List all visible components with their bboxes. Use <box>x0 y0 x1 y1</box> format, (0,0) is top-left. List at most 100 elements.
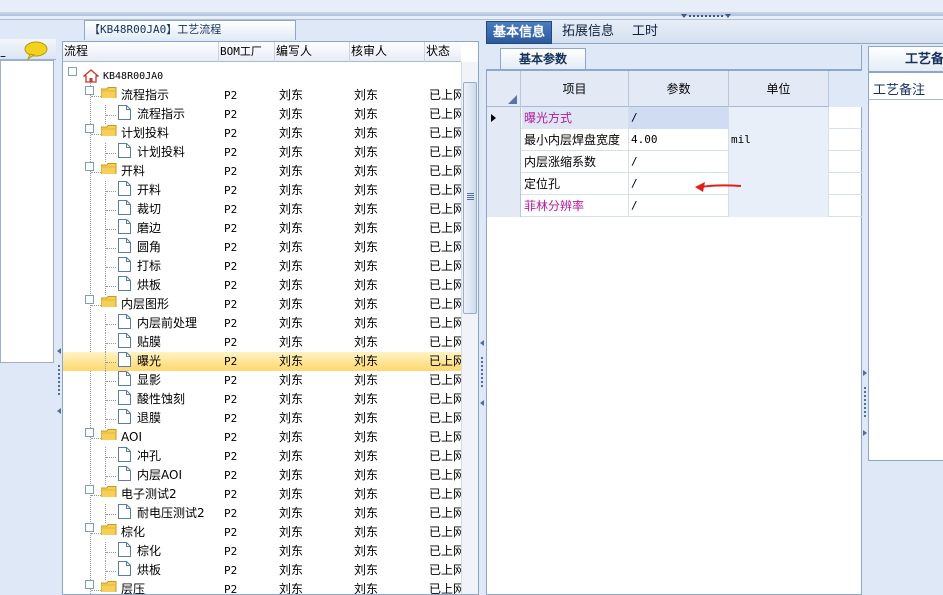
tree-row[interactable]: 退膜 P2 刘东 刘东 已上网 <box>63 409 461 428</box>
param-unit-cell[interactable] <box>729 173 829 195</box>
collapse-left-icon[interactable] <box>57 348 61 354</box>
param-value-cell[interactable]: / <box>629 151 729 173</box>
tree-row[interactable]: 棕化 P2 刘东 刘东 已上网 <box>63 542 461 561</box>
middle-splitter[interactable] <box>479 20 485 595</box>
tab-extended-info[interactable]: 拓展信息 <box>556 21 620 44</box>
tree-leaf-label: 退膜 <box>137 411 162 425</box>
tree-leaf-label: 棕化 <box>137 544 162 558</box>
tree-row[interactable]: − 计划投料 P2 刘东 刘东 已上网 <box>63 124 461 143</box>
collapse-node-icon[interactable]: − <box>85 162 94 171</box>
row-indicator[interactable] <box>487 151 521 173</box>
param-item-cell[interactable]: 最小内层焊盘宽度 <box>522 129 629 151</box>
tree-row[interactable]: 流程指示 P2 刘东 刘东 已上网 <box>63 105 461 124</box>
tree-leaf-label: 显影 <box>137 373 162 387</box>
tree-row[interactable]: 显影 P2 刘东 刘东 已上网 <box>63 371 461 390</box>
collapse-node-icon[interactable]: − <box>85 86 94 95</box>
collapse-middle-icon[interactable] <box>480 340 484 346</box>
bom-factory-cell: P2 <box>224 165 238 178</box>
tree-row[interactable]: 烘板 P2 刘东 刘东 已上网 <box>63 561 461 580</box>
row-indicator[interactable] <box>487 129 521 151</box>
column-header-writer[interactable]: 编写人 <box>275 42 350 62</box>
tree-row[interactable]: 圆角 P2 刘东 刘东 已上网 <box>63 238 461 257</box>
grid-corner[interactable] <box>487 71 521 107</box>
reviewer-cell: 刘东 <box>354 354 379 368</box>
column-header-reviewer[interactable]: 核审人 <box>350 42 425 62</box>
param-row[interactable]: 最小内层焊盘宽度 4.00 mil <box>487 129 863 151</box>
tree-leaf-label: 打标 <box>137 259 162 273</box>
bom-factory-cell: P2 <box>224 146 238 159</box>
collapse-left-icon-2[interactable] <box>57 408 61 414</box>
param-unit-cell[interactable]: mil <box>729 129 829 151</box>
scrollbar-thumb[interactable] <box>463 82 477 314</box>
folder-icon <box>101 124 117 136</box>
row-indicator[interactable] <box>487 173 521 195</box>
status-cell: 已上网 <box>429 278 461 292</box>
param-item-cell[interactable]: 菲林分辨率 <box>522 195 629 217</box>
tree-root-row[interactable]: − KB48R00JA0 <box>63 67 461 86</box>
reviewer-cell: 刘东 <box>354 145 379 159</box>
subtab-basic-params[interactable]: 基本参数 <box>500 48 586 69</box>
collapse-node-icon[interactable]: − <box>85 295 94 304</box>
param-row[interactable]: 菲林分辨率 / <box>487 195 863 217</box>
tab-work-hours[interactable]: 工时 <box>626 21 664 44</box>
tree-row[interactable]: 烘板 P2 刘东 刘东 已上网 <box>63 276 461 295</box>
tree-row[interactable]: 开料 P2 刘东 刘东 已上网 <box>63 181 461 200</box>
tree-row[interactable]: 内层前处理 P2 刘东 刘东 已上网 <box>63 314 461 333</box>
tree-row[interactable]: 冲孔 P2 刘东 刘东 已上网 <box>63 447 461 466</box>
collapse-node-icon[interactable]: − <box>85 124 94 133</box>
param-value-cell[interactable]: / <box>629 195 729 217</box>
param-row[interactable]: 曝光方式 / <box>487 107 863 129</box>
collapse-node-icon[interactable]: − <box>85 428 94 437</box>
tree-row[interactable]: − 内层图形 P2 刘东 刘东 已上网 <box>63 295 461 314</box>
param-row[interactable]: 内层涨缩系数 / <box>487 151 863 173</box>
tree-row[interactable]: 打标 P2 刘东 刘东 已上网 <box>63 257 461 276</box>
param-value-cell[interactable]: / <box>629 107 729 129</box>
param-unit-cell[interactable] <box>729 151 829 173</box>
column-header-flow[interactable]: 流程 <box>63 42 219 62</box>
process-tree-tab[interactable]: 【KB48R00JA0】工艺流程 <box>84 20 296 40</box>
tree-row[interactable]: 贴膜 P2 刘东 刘东 已上网 <box>63 333 461 352</box>
expand-right-icon[interactable] <box>863 370 867 376</box>
tree-row[interactable]: − 层压 P2 刘东 刘东 已上网 <box>63 580 461 594</box>
tree-row[interactable]: 耐电压测试2 P2 刘东 刘东 已上网 <box>63 504 461 523</box>
bom-factory-cell: P2 <box>224 279 238 292</box>
tree-row[interactable]: 计划投料 P2 刘东 刘东 已上网 <box>63 143 461 162</box>
collapse-middle-icon-2[interactable] <box>480 400 484 406</box>
tab-process-remarks[interactable]: 工艺备 <box>868 46 943 72</box>
collapse-node-icon[interactable]: − <box>85 485 94 494</box>
tree-row[interactable]: − 棕化 P2 刘东 刘东 已上网 <box>63 523 461 542</box>
row-indicator[interactable] <box>487 195 521 217</box>
tree-vertical-scrollbar[interactable] <box>461 62 478 594</box>
tree-row[interactable]: − AOI P2 刘东 刘东 已上网 <box>63 428 461 447</box>
param-value-cell[interactable]: 4.00 <box>629 129 729 151</box>
param-unit-cell[interactable] <box>729 195 829 217</box>
tab-basic-info[interactable]: 基本信息 <box>486 21 552 44</box>
tree-row[interactable]: − 开料 P2 刘东 刘东 已上网 <box>63 162 461 181</box>
tree-row[interactable]: − 电子测试2 P2 刘东 刘东 已上网 <box>63 485 461 504</box>
expand-right-icon-2[interactable] <box>863 430 867 436</box>
tree-row[interactable]: 磨边 P2 刘东 刘东 已上网 <box>63 219 461 238</box>
document-icon <box>118 105 131 120</box>
param-row[interactable]: 定位孔 / <box>487 173 863 195</box>
param-item-cell[interactable]: 曝光方式 <box>522 107 629 129</box>
tree-row[interactable]: 裁切 P2 刘东 刘东 已上网 <box>63 200 461 219</box>
tree-row[interactable]: − 流程指示 P2 刘东 刘东 已上网 <box>63 86 461 105</box>
tree-row[interactable]: 曝光 P2 刘东 刘东 已上网 <box>63 352 461 371</box>
column-header-param[interactable]: 参数 <box>629 71 729 107</box>
param-item-cell[interactable]: 内层涨缩系数 <box>522 151 629 173</box>
top-splitter-grip[interactable] <box>676 13 736 19</box>
row-indicator[interactable] <box>487 107 521 129</box>
tree-row[interactable]: 内层AOI P2 刘东 刘东 已上网 <box>63 466 461 485</box>
collapse-node-icon[interactable]: − <box>85 580 94 589</box>
column-header-item[interactable]: 项目 <box>521 71 629 107</box>
tree-leaf-label: 圆角 <box>137 240 162 254</box>
column-header-unit[interactable]: 单位 <box>729 71 829 107</box>
chat-bubble-icon[interactable] <box>24 41 48 60</box>
column-header-status[interactable]: 状态 <box>425 42 461 62</box>
column-header-bom[interactable]: BOM工厂 <box>219 42 275 62</box>
collapse-root-icon[interactable]: − <box>68 67 77 76</box>
collapse-node-icon[interactable]: − <box>85 523 94 532</box>
tree-row[interactable]: 酸性蚀刻 P2 刘东 刘东 已上网 <box>63 390 461 409</box>
param-unit-cell[interactable] <box>729 107 829 129</box>
param-item-cell[interactable]: 定位孔 <box>522 173 629 195</box>
